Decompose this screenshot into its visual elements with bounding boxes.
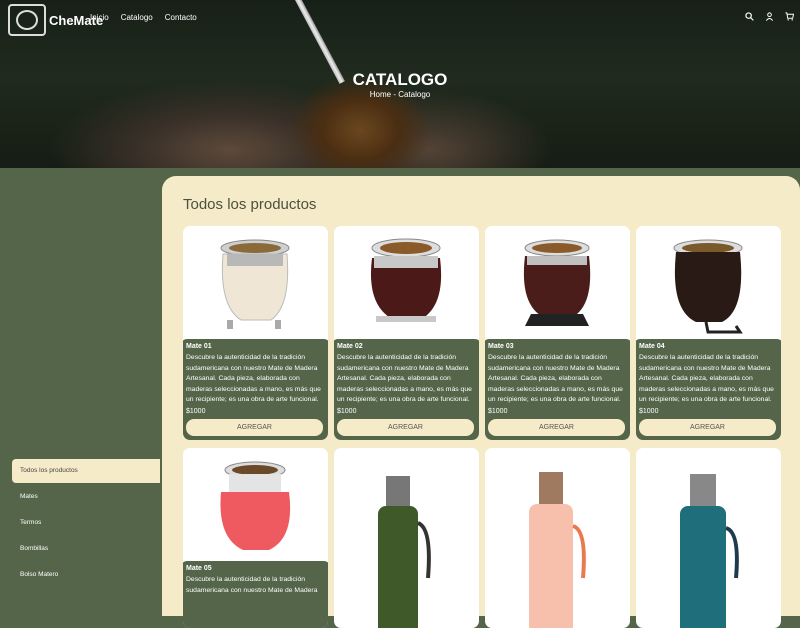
termo-teal-image xyxy=(680,474,739,628)
user-icon[interactable] xyxy=(764,12,774,23)
product-price: $1000 xyxy=(639,407,659,415)
main-nav: Inicio Catalogo Contacto xyxy=(90,13,197,22)
product-name: Mate 03 xyxy=(488,343,514,350)
product-catalog: Todos los productos Mate 01 Descubre la … xyxy=(162,176,800,628)
accordion-logo-icon xyxy=(8,4,46,36)
add-to-cart-button[interactable]: AGREGAR xyxy=(639,419,776,436)
product-name: Mate 05 xyxy=(186,565,212,572)
search-icon[interactable] xyxy=(744,12,754,23)
hero-banner: CheMate Inicio Catalogo Contacto CATALOG… xyxy=(0,0,800,168)
sidebar-item-todos[interactable]: Todos los productos xyxy=(12,459,160,483)
termo-pink-image xyxy=(529,472,586,628)
mate-04-image xyxy=(673,239,743,334)
product-price: $1000 xyxy=(186,407,206,415)
product-description: Descubre la autenticidad de la tradición… xyxy=(186,354,321,403)
cart-icon[interactable] xyxy=(784,12,794,23)
product-description: Descubre la autenticidad de la tradición… xyxy=(488,354,623,403)
product-card[interactable]: Mate 04 Descubre la autenticidad de la t… xyxy=(636,226,781,440)
termo-green-image xyxy=(378,476,431,628)
add-to-cart-button[interactable]: AGREGAR xyxy=(488,419,625,436)
page-title: CATALOGO xyxy=(352,70,448,89)
mate-02-image xyxy=(370,238,442,322)
header-icons xyxy=(744,12,794,23)
product-card[interactable] xyxy=(334,448,479,628)
product-card[interactable]: Mate 05 Descubre la autenticidad de la t… xyxy=(183,448,328,628)
product-info: Mate 04 Descubre la autenticidad de la t… xyxy=(636,339,781,440)
product-info: Mate 01 Descubre la autenticidad de la t… xyxy=(183,339,328,440)
sidebar-item-bombillas[interactable]: Bombillas xyxy=(12,537,160,561)
nav-item-contacto[interactable]: Contacto xyxy=(165,13,197,22)
add-to-cart-button[interactable]: AGREGAR xyxy=(186,419,323,436)
sidebar-item-bolso-matero[interactable]: Bolso Matero xyxy=(12,563,160,587)
product-card[interactable] xyxy=(485,448,630,628)
nav-item-inicio[interactable]: Inicio xyxy=(90,13,109,22)
sidebar-item-mates[interactable]: Mates xyxy=(12,485,160,509)
product-name: Mate 02 xyxy=(337,343,363,350)
product-description: Descubre la autenticidad de la tradición… xyxy=(639,354,774,403)
product-info: Mate 05 Descubre la autenticidad de la t… xyxy=(183,561,328,628)
product-price: $1000 xyxy=(488,407,508,415)
sidebar-item-termos[interactable]: Termos xyxy=(12,511,160,535)
breadcrumb: Home - Catalogo xyxy=(369,90,431,99)
mate-05-image xyxy=(220,461,291,550)
product-info: Mate 02 Descubre la autenticidad de la t… xyxy=(334,339,479,440)
product-card[interactable]: Mate 03 Descubre la autenticidad de la t… xyxy=(485,226,630,440)
mate-03-image xyxy=(523,239,591,326)
section-title: Todos los productos xyxy=(183,196,317,213)
product-description: Descubre la autenticidad de la tradición… xyxy=(337,354,472,403)
product-card[interactable] xyxy=(636,448,781,628)
add-to-cart-button[interactable]: AGREGAR xyxy=(337,419,474,436)
product-description: Descubre la autenticidad de la tradición… xyxy=(186,576,318,594)
nav-item-catalogo[interactable]: Catalogo xyxy=(121,13,153,22)
product-name: Mate 01 xyxy=(186,343,212,350)
brand-logo[interactable]: CheMate xyxy=(8,4,103,36)
mate-01-image xyxy=(220,239,290,329)
product-name: Mate 04 xyxy=(639,343,665,350)
product-price: $1000 xyxy=(337,407,357,415)
product-card[interactable]: Mate 01 Descubre la autenticidad de la t… xyxy=(183,226,328,440)
product-card[interactable]: Mate 02 Descubre la autenticidad de la t… xyxy=(334,226,479,440)
product-info: Mate 03 Descubre la autenticidad de la t… xyxy=(485,339,630,440)
